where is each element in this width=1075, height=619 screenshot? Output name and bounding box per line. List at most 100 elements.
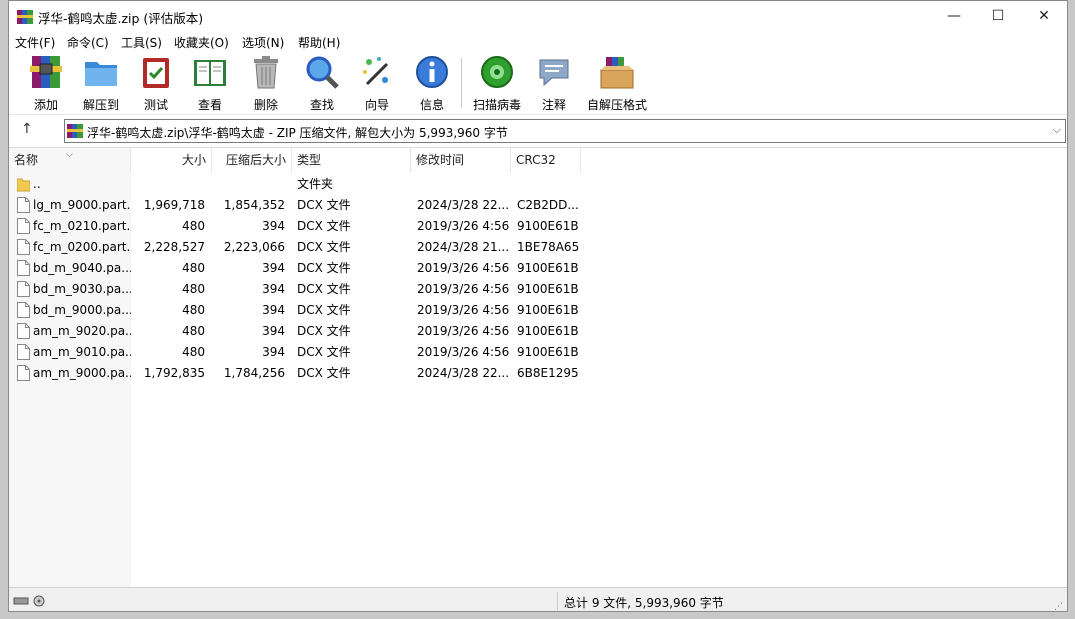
column-header-type[interactable]: 类型 (292, 148, 411, 172)
extract-to-button[interactable]: 解压到 (79, 54, 123, 112)
file-row[interactable]: bd_m_9030.pa... 480 394 DCX 文件 2019/3/26 4:5… (9, 279, 589, 300)
close-button[interactable]: ✕ (1021, 1, 1067, 32)
file-crc: 9100E61B (517, 345, 579, 359)
file-size: 480 (182, 303, 205, 317)
file-icon (17, 323, 30, 339)
file-icon (17, 302, 30, 318)
delete-button[interactable]: 删除 (245, 54, 287, 112)
sfx-box-icon (600, 57, 634, 89)
file-size: 480 (182, 282, 205, 296)
file-name: bd_m_9030.pa... (33, 282, 131, 296)
file-row[interactable]: fc_m_0210.part... 480 394 DCX 文件 2019/3/26 4… (9, 216, 589, 237)
file-icon (17, 365, 30, 381)
column-header-crc[interactable]: CRC32 (511, 148, 581, 172)
folder-icon (17, 178, 30, 192)
file-modified: 2019/3/26 4:56 (417, 303, 509, 317)
test-button[interactable]: 测试 (135, 54, 177, 112)
file-type: 文件夹 (297, 177, 334, 191)
file-type: DCX 文件 (297, 219, 351, 233)
add-button[interactable]: 添加 (25, 54, 67, 112)
file-modified: 2019/3/26 4:56 (417, 345, 509, 359)
view-button[interactable]: 查看 (189, 54, 231, 112)
toolbar: 添加 解压到 测试 查看 删除 查找 向导 信息 扫描病毒 注释 自解压格式 (9, 52, 1067, 115)
file-row[interactable]: .. 文件夹 (9, 174, 589, 195)
file-packed-size: 1,854,352 (223, 198, 285, 212)
menu-file[interactable]: 文件(F) (15, 34, 55, 51)
drive-icon (13, 595, 49, 610)
file-name: bd_m_9040.pa... (33, 261, 131, 275)
chevron-down-icon[interactable]: ⌵ (1053, 123, 1061, 137)
find-button[interactable]: 查找 (301, 54, 343, 112)
file-type: DCX 文件 (297, 261, 351, 275)
file-row[interactable]: lg_m_9000.part... 1,969,718 1,854,352 DCX 文… (9, 195, 589, 216)
sfx-button[interactable]: 自解压格式 (585, 54, 649, 112)
file-modified (417, 174, 509, 195)
file-name: am_m_9020.pa... (33, 324, 131, 338)
file-row[interactable]: fc_m_0200.part... 2,228,527 2,223,066 DCX 文… (9, 237, 589, 258)
window-title: 浮华-鹤鸣太虚.zip (评估版本) (38, 11, 204, 26)
virus-scan-button[interactable]: 扫描病毒 (471, 54, 523, 112)
menu-bar: 文件(F) 命令(C) 工具(S) 收藏夹(O) 选项(N) 帮助(H) (9, 32, 1067, 52)
up-arrow-icon[interactable]: ↑ (21, 121, 33, 137)
file-type: DCX 文件 (297, 345, 351, 359)
comment-icon (539, 59, 569, 87)
file-type: DCX 文件 (297, 282, 351, 296)
menu-command[interactable]: 命令(C) (67, 34, 109, 51)
file-modified: 2019/3/26 4:56 (417, 282, 509, 296)
address-bar: ↑ 浮华-鹤鸣太虚.zip\浮华-鹤鸣太虚 - ZIP 压缩文件, 解包大小为 … (9, 117, 1067, 145)
file-size: 480 (182, 261, 205, 275)
archive-icon (67, 124, 83, 138)
column-header-size[interactable]: 大小 (131, 148, 212, 172)
file-list: 名称 ⌵ 大小 压缩后大小 类型 修改时间 CRC32 .. 文件夹 lg_m_90… (9, 147, 1067, 588)
file-name: lg_m_9000.part... (33, 198, 131, 212)
status-separator (557, 592, 558, 610)
file-name: am_m_9000.pa... (33, 366, 131, 380)
file-modified: 2019/3/26 4:56 (417, 261, 509, 275)
column-header-modified[interactable]: 修改时间 (411, 148, 511, 172)
menu-tools[interactable]: 工具(S) (121, 34, 162, 51)
sort-chevron-icon: ⌵ (66, 150, 73, 160)
file-row[interactable]: bd_m_9000.pa... 480 394 DCX 文件 2019/3/26 4:5… (9, 300, 589, 321)
menu-help[interactable]: 帮助(H) (298, 34, 340, 51)
status-bar: 总计 9 文件, 5,993,960 字节 ⋰ (9, 587, 1067, 611)
file-name: bd_m_9000.pa... (33, 303, 131, 317)
maximize-button[interactable]: ☐ (975, 1, 1021, 32)
minimize-button[interactable]: — (931, 1, 977, 32)
file-row[interactable]: am_m_9000.pa... 1,792,835 1,784,256 DCX 文件 2… (9, 363, 589, 384)
path-combobox[interactable]: 浮华-鹤鸣太虚.zip\浮华-鹤鸣太虚 - ZIP 压缩文件, 解包大小为 5,… (64, 119, 1066, 143)
title-bar[interactable]: 浮华-鹤鸣太虚.zip (评估版本) — ☐ ✕ (9, 1, 1067, 32)
menu-favorites[interactable]: 收藏夹(O) (174, 34, 229, 51)
winrar-app-icon (17, 10, 33, 24)
toolbar-separator (461, 58, 462, 108)
winrar-add-icon (30, 56, 62, 88)
file-modified: 2024/3/28 22... (417, 366, 509, 380)
info-button[interactable]: 信息 (411, 54, 453, 112)
column-header-name[interactable]: 名称 ⌵ (9, 148, 131, 172)
file-crc: 9100E61B (517, 303, 579, 317)
wizard-button[interactable]: 向导 (356, 54, 398, 112)
file-crc: 6B8E1295 (517, 366, 579, 380)
file-row[interactable]: am_m_9020.pa... 480 394 DCX 文件 2019/3/26 4:5… (9, 321, 589, 342)
file-icon (17, 197, 30, 213)
file-size: 480 (182, 219, 205, 233)
file-row[interactable]: am_m_9010.pa... 480 394 DCX 文件 2019/3/26 4:5… (9, 342, 589, 363)
file-type: DCX 文件 (297, 198, 351, 212)
file-size: 1,792,835 (143, 366, 205, 380)
file-type: DCX 文件 (297, 303, 351, 317)
file-crc: 9100E61B (517, 324, 579, 338)
menu-options[interactable]: 选项(N) (242, 34, 284, 51)
column-header-packed[interactable]: 压缩后大小 (212, 148, 292, 172)
file-crc: 9100E61B (517, 282, 579, 296)
file-size: 480 (182, 324, 205, 338)
file-packed-size: 394 (262, 324, 285, 338)
file-packed-size: 1,784,256 (223, 366, 285, 380)
file-icon (17, 281, 30, 297)
comment-button[interactable]: 注释 (533, 54, 575, 112)
resize-grip-icon[interactable]: ⋰ (1054, 602, 1063, 611)
file-crc: 1BE78A65 (517, 240, 580, 254)
file-row[interactable]: bd_m_9040.pa... 480 394 DCX 文件 2019/3/26 4:5… (9, 258, 589, 279)
virus-scan-icon (481, 56, 513, 88)
magnifier-icon (306, 56, 339, 89)
file-packed-size: 394 (262, 261, 285, 275)
path-text: 浮华-鹤鸣太虚.zip\浮华-鹤鸣太虚 - ZIP 压缩文件, 解包大小为 5,… (87, 126, 508, 140)
